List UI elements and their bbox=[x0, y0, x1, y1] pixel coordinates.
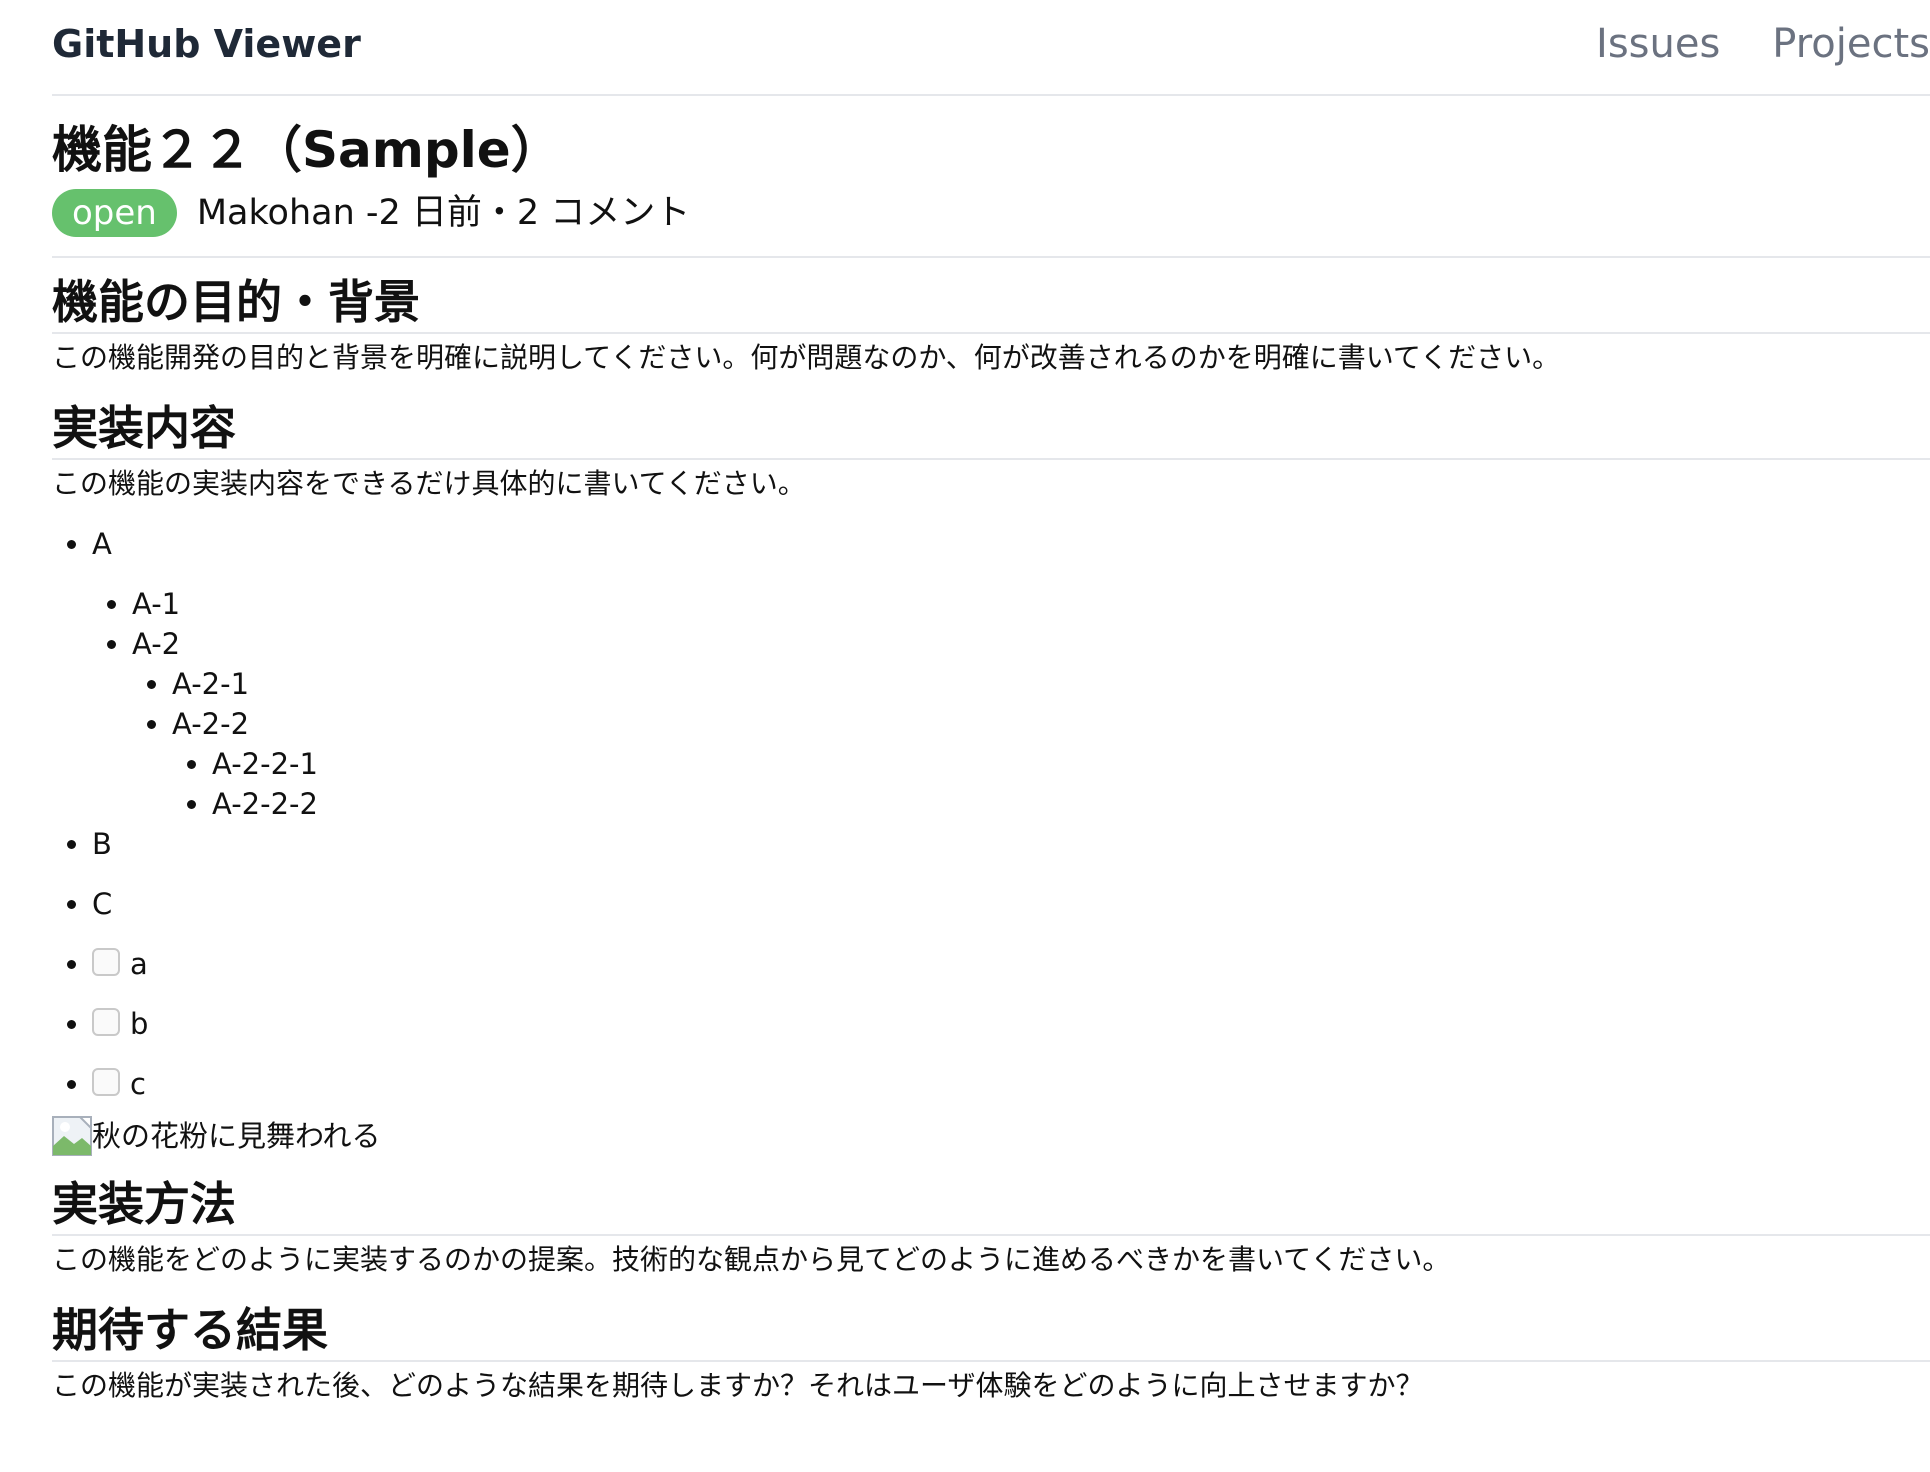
list-item: A-2-2-2 bbox=[212, 784, 1930, 824]
list-item: A-2 A-2-1 A-2-2 A-2-2-1 A-2-2-2 bbox=[132, 624, 1930, 824]
nav-issues-link[interactable]: Issues bbox=[1596, 20, 1720, 68]
issue-body: 機能の目的・背景 この機能開発の目的と背景を明確に説明してください。何が問題なの… bbox=[52, 256, 1930, 1406]
image-alt-text: 秋の花粉に見舞われる bbox=[92, 1119, 381, 1153]
sub-list: A-2-1 A-2-2 A-2-2-1 A-2-2-2 bbox=[132, 664, 1930, 824]
app-brand[interactable]: GitHub Viewer bbox=[52, 20, 361, 68]
list-item-label: A-2-2-2 bbox=[212, 787, 318, 821]
heading-implementation: 実装内容 bbox=[52, 398, 1930, 460]
list-item-label: A-2-2-1 bbox=[212, 747, 318, 781]
page: GitHub Viewer Issues Projects 機能２２（Sampl… bbox=[0, 0, 1930, 1472]
list-item-label: B bbox=[92, 827, 112, 861]
list-item: A-2-2 A-2-2-1 A-2-2-2 bbox=[172, 704, 1930, 824]
issue-title: 機能２２（Sample） bbox=[52, 121, 561, 179]
list-item: A-1 bbox=[132, 584, 1930, 624]
top-bar: GitHub Viewer Issues Projects bbox=[52, 0, 1930, 96]
list-item-label: A-2-1 bbox=[172, 667, 250, 701]
list-item: A-2-1 bbox=[172, 664, 1930, 704]
task-checkbox[interactable] bbox=[92, 1008, 120, 1036]
sub-list: A-1 A-2 A-2-1 A-2-2 A-2-2-1 A-2-2-2 bbox=[92, 584, 1930, 824]
issue-header: 機能２２（Sample） open Makohan -2 日前・2 コメント bbox=[52, 112, 1930, 258]
embedded-image: 秋の花粉に見舞われる bbox=[52, 1116, 1930, 1156]
task-checkbox[interactable] bbox=[92, 1068, 120, 1096]
task-label: b bbox=[130, 1007, 149, 1041]
expected-text: この機能が実装された後、どのような結果を期待しますか？それはユーザ体験をどのよう… bbox=[52, 1369, 1424, 1402]
implementation-text: この機能の実装内容をできるだけ具体的に書いてください。 bbox=[52, 467, 806, 500]
list-item-label: A-2 bbox=[132, 627, 181, 661]
purpose-text: この機能開発の目的と背景を明確に説明してください。何が問題なのか、何が改善される… bbox=[52, 341, 1561, 374]
list-item: C bbox=[92, 884, 1930, 924]
list-item: A A-1 A-2 A-2-1 A-2-2 A-2-2-1 A-2-2-2 bbox=[92, 524, 1930, 824]
sub-list: A-2-2-1 A-2-2-2 bbox=[172, 744, 1930, 824]
list-item: A-2-2-1 bbox=[212, 744, 1930, 784]
heading-method: 実装方法 bbox=[52, 1174, 1930, 1236]
task-checkbox[interactable] bbox=[92, 948, 120, 976]
list-item-label: A-2-2 bbox=[172, 707, 250, 741]
task-item: c bbox=[92, 1064, 1930, 1104]
top-nav: Issues Projects bbox=[1596, 20, 1930, 68]
issue-meta-text: Makohan -2 日前・2 コメント bbox=[196, 193, 691, 233]
nav-projects-link[interactable]: Projects bbox=[1772, 20, 1930, 68]
method-text: この機能をどのように実装するのかの提案。技術的な観点から見てどのように進めるべき… bbox=[52, 1243, 1451, 1276]
heading-purpose: 機能の目的・背景 bbox=[52, 272, 1930, 334]
task-label: a bbox=[130, 947, 148, 981]
task-item: a bbox=[92, 944, 1930, 984]
task-label: c bbox=[130, 1067, 146, 1101]
implementation-list: A A-1 A-2 A-2-1 A-2-2 A-2-2-1 A-2-2-2 bbox=[52, 524, 1930, 1104]
list-item-label: C bbox=[92, 887, 113, 921]
list-item-label: A-1 bbox=[132, 587, 181, 621]
broken-image-icon bbox=[52, 1116, 92, 1156]
task-item: b bbox=[92, 1004, 1930, 1044]
status-badge: open bbox=[52, 189, 177, 237]
heading-expected: 期待する結果 bbox=[52, 1300, 1930, 1362]
issue-meta: open Makohan -2 日前・2 コメント bbox=[52, 188, 690, 238]
list-item: B bbox=[92, 824, 1930, 864]
list-item-label: A bbox=[92, 527, 112, 561]
